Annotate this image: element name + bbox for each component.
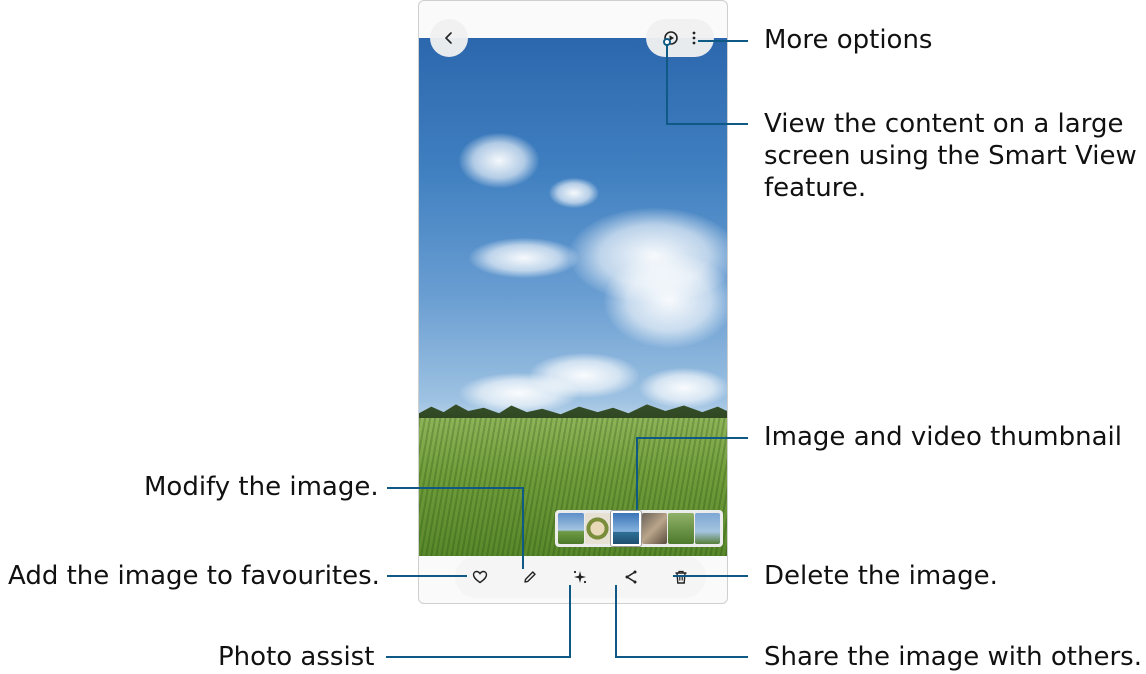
thumbnail-video[interactable] (641, 513, 667, 544)
callout-line-favourites (387, 575, 467, 577)
chevron-left-icon (442, 31, 456, 45)
callout-line-share-h (615, 656, 748, 658)
thumbnail[interactable] (584, 513, 610, 544)
callout-line-modify (387, 487, 524, 489)
callout-line-photo-assist (569, 585, 571, 658)
thumbnail[interactable] (668, 513, 694, 544)
thumbnail[interactable] (694, 513, 720, 544)
callout-line-modify-v (522, 487, 524, 569)
landscape-photo[interactable] (419, 38, 727, 556)
label-favourites: Add the image to favourites. (8, 561, 380, 591)
thumbnail[interactable] (558, 513, 584, 544)
gallery-viewer-screen (418, 0, 728, 604)
top-actions (646, 19, 714, 57)
bottom-action-bar (455, 556, 706, 598)
callout-line-thumbnail-v (636, 437, 638, 510)
heart-icon[interactable] (472, 569, 488, 585)
label-modify: Modify the image. (144, 472, 379, 502)
callout-line-smart-view (666, 43, 668, 125)
label-photo-assist: Photo assist (218, 642, 375, 672)
callout-line-photo-assist-h (386, 656, 571, 658)
share-icon[interactable] (623, 569, 639, 585)
callout-line-more-options (698, 40, 748, 42)
sparkle-icon[interactable] (571, 568, 589, 586)
trash-icon[interactable] (673, 569, 689, 585)
callout-dot-smart-view (663, 38, 671, 46)
label-more-options: More options (764, 25, 933, 55)
callout-line-delete (673, 575, 748, 577)
more-options-icon[interactable] (691, 30, 697, 46)
thumbnail-strip[interactable] (555, 510, 723, 547)
back-button[interactable] (430, 19, 468, 57)
label-thumbnails: Image and video thumbnail (764, 422, 1122, 452)
callout-line-thumbnail (636, 437, 748, 439)
callout-line-share (615, 585, 617, 658)
callout-line-smart-view-h (666, 123, 748, 125)
pencil-icon[interactable] (522, 569, 538, 585)
thumbnail-selected[interactable] (611, 511, 641, 546)
label-share: Share the image with others. (764, 642, 1142, 672)
label-delete: Delete the image. (764, 561, 998, 591)
label-smart-view: View the content on a large screen using… (764, 109, 1137, 203)
